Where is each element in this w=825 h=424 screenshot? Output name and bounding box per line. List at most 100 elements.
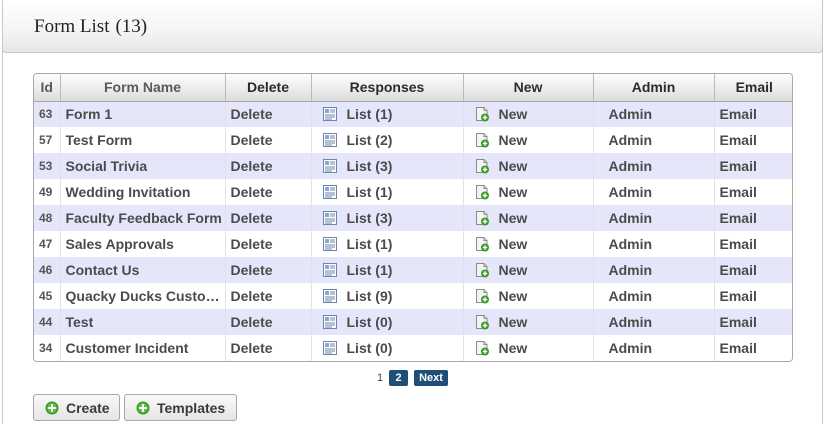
responses-cell[interactable]: List (0) [311,335,464,361]
email-link[interactable]: Email [714,283,792,309]
new-cell[interactable]: New [463,153,594,179]
new-document-icon [475,341,489,356]
admin-link[interactable]: Admin [593,257,715,283]
next-page-button[interactable]: Next [414,370,448,386]
email-link[interactable]: Email [714,101,792,127]
responses-cell[interactable]: List (1) [311,179,464,205]
email-link[interactable]: Email [714,127,792,153]
new-cell[interactable]: New [463,205,594,231]
delete-link[interactable]: Delete [225,309,312,335]
delete-link[interactable]: Delete [225,283,312,309]
delete-link[interactable]: Delete [225,335,312,361]
responses-cell[interactable]: List (2) [311,127,464,153]
new-cell[interactable]: New [463,127,594,153]
new-link[interactable]: New [499,236,528,252]
column-header-form-name[interactable]: Form Name [60,74,226,102]
new-link[interactable]: New [499,288,528,304]
form-name-link[interactable]: Wedding Invitation [60,179,226,205]
email-link[interactable]: Email [714,231,792,257]
admin-link[interactable]: Admin [593,153,715,179]
responses-cell[interactable]: List (3) [311,205,464,231]
new-link[interactable]: New [499,340,528,356]
form-name-link[interactable]: Sales Approvals [60,231,226,257]
admin-link[interactable]: Admin [593,101,715,127]
form-name-link[interactable]: Customer Incident [60,335,226,361]
templates-button[interactable]: Templates [124,394,237,421]
delete-link[interactable]: Delete [225,101,312,127]
new-cell[interactable]: New [463,231,594,257]
form-name-link[interactable]: Quacky Ducks Custom… [60,283,226,309]
email-link[interactable]: Email [714,309,792,335]
form-name-link[interactable]: Test Form [60,127,226,153]
admin-link[interactable]: Admin [593,283,715,309]
admin-link[interactable]: Admin [593,335,715,361]
table-row: 34 Customer Incident Delete List (0) New Admi… [34,335,792,361]
forms-table: Id Form Name Delete Responses New Admin … [33,73,793,362]
row-id: 47 [34,231,61,257]
responses-link[interactable]: List (1) [347,106,393,122]
new-link[interactable]: New [499,262,528,278]
table-row: 49 Wedding Invitation Delete List (1) New Adm… [34,179,792,205]
form-name-link[interactable]: Faculty Feedback Form [60,205,226,231]
responses-cell[interactable]: List (1) [311,101,464,127]
responses-link[interactable]: List (0) [347,340,393,356]
responses-cell[interactable]: List (1) [311,257,464,283]
admin-link[interactable]: Admin [593,205,715,231]
admin-link[interactable]: Admin [593,309,715,335]
responses-link[interactable]: List (1) [347,236,393,252]
new-cell[interactable]: New [463,283,594,309]
admin-link[interactable]: Admin [593,179,715,205]
create-button[interactable]: Create [33,394,120,421]
new-link[interactable]: New [499,106,528,122]
delete-link[interactable]: Delete [225,257,312,283]
new-link[interactable]: New [499,210,528,226]
responses-link[interactable]: List (0) [347,314,393,330]
page-1-link[interactable]: 1 [377,372,383,384]
delete-link[interactable]: Delete [225,231,312,257]
table-row: 46 Contact Us Delete List (1) New Admin Email [34,257,792,283]
column-header-email: Email [714,74,792,102]
column-header-id[interactable]: Id [34,74,61,102]
column-header-responses: Responses [311,74,464,102]
delete-link[interactable]: Delete [225,127,312,153]
responses-link[interactable]: List (1) [347,184,393,200]
responses-link[interactable]: List (9) [347,288,393,304]
email-link[interactable]: Email [714,335,792,361]
responses-link[interactable]: List (3) [347,210,393,226]
new-cell[interactable]: New [463,309,594,335]
form-name-link[interactable]: Test [60,309,226,335]
delete-link[interactable]: Delete [225,205,312,231]
new-link[interactable]: New [499,158,528,174]
responses-cell[interactable]: List (9) [311,283,464,309]
responses-link[interactable]: List (2) [347,132,393,148]
delete-link[interactable]: Delete [225,179,312,205]
new-cell[interactable]: New [463,179,594,205]
table-row: 47 Sales Approvals Delete List (1) New Admin E… [34,231,792,257]
new-cell[interactable]: New [463,335,594,361]
email-link[interactable]: Email [714,257,792,283]
page-2-current[interactable]: 2 [389,370,408,386]
responses-link[interactable]: List (3) [347,158,393,174]
admin-link[interactable]: Admin [593,127,715,153]
form-name-link[interactable]: Contact Us [60,257,226,283]
delete-link[interactable]: Delete [225,153,312,179]
column-header-delete: Delete [225,74,312,102]
responses-link[interactable]: List (1) [347,262,393,278]
responses-cell[interactable]: List (3) [311,153,464,179]
new-link[interactable]: New [499,314,528,330]
email-link[interactable]: Email [714,179,792,205]
responses-cell[interactable]: List (0) [311,309,464,335]
column-header-admin: Admin [593,74,715,102]
new-link[interactable]: New [499,184,528,200]
list-document-icon [322,159,337,173]
new-cell[interactable]: New [463,257,594,283]
form-name-link[interactable]: Social Trivia [60,153,226,179]
admin-link[interactable]: Admin [593,231,715,257]
email-link[interactable]: Email [714,153,792,179]
row-id: 57 [34,127,61,153]
email-link[interactable]: Email [714,205,792,231]
responses-cell[interactable]: List (1) [311,231,464,257]
new-link[interactable]: New [499,132,528,148]
new-cell[interactable]: New [463,101,594,127]
form-name-link[interactable]: Form 1 [60,101,226,127]
